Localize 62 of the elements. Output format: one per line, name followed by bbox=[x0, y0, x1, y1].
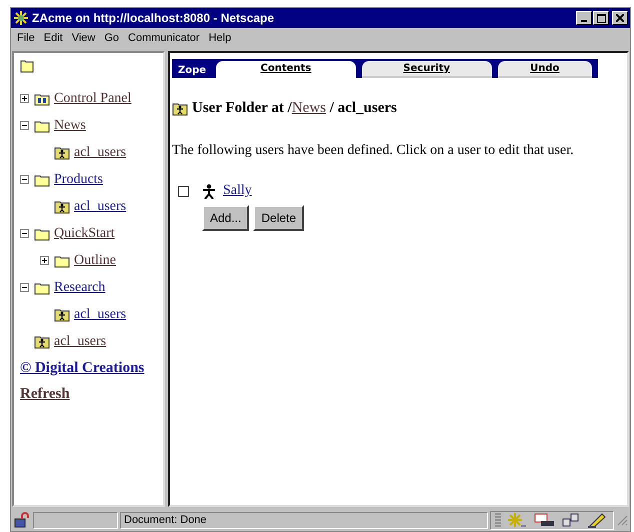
page-heading: User Folder at /News / acl_users bbox=[192, 100, 397, 117]
tree-link[interactable]: Research bbox=[54, 280, 106, 296]
user-link[interactable]: Sally bbox=[223, 183, 252, 199]
mail-icon[interactable] bbox=[533, 512, 555, 528]
user-folder-icon bbox=[54, 308, 70, 322]
collapse-toggle[interactable] bbox=[20, 283, 30, 292]
menu-item[interactable]: Edit bbox=[44, 32, 63, 44]
folder-icon bbox=[54, 254, 70, 268]
window-title: ZAcme on http://localhost:8080 - Netscape bbox=[32, 11, 276, 25]
star-logo-icon bbox=[13, 10, 29, 26]
resize-grip-icon[interactable] bbox=[616, 514, 628, 526]
user-folder-icon bbox=[34, 334, 50, 348]
menu-item[interactable]: Communicator bbox=[128, 32, 200, 44]
menu-item[interactable]: Help bbox=[208, 32, 232, 44]
folder-icon bbox=[34, 226, 50, 240]
discussion-icon[interactable] bbox=[561, 512, 581, 528]
sidebar-link[interactable]: Refresh bbox=[20, 386, 70, 402]
tree-link[interactable]: acl_users bbox=[74, 198, 126, 214]
maximize-button[interactable] bbox=[593, 11, 609, 25]
expand-toggle[interactable] bbox=[40, 256, 50, 265]
close-icon bbox=[616, 14, 624, 22]
tab[interactable]: Undo bbox=[498, 61, 592, 78]
tree-link[interactable]: Control Panel bbox=[54, 90, 132, 106]
collapse-toggle[interactable] bbox=[20, 229, 30, 238]
form-button[interactable]: Add... bbox=[202, 205, 250, 231]
tree-link[interactable]: News bbox=[54, 118, 86, 134]
breadcrumb-link[interactable]: News bbox=[292, 100, 326, 116]
menu-item[interactable]: File bbox=[17, 32, 35, 44]
tree-link[interactable]: QuickStart bbox=[54, 226, 115, 242]
tree-link[interactable]: Products bbox=[54, 172, 103, 188]
security-lock-icon[interactable] bbox=[13, 512, 31, 528]
tab-bar-label: Zope bbox=[177, 65, 208, 78]
control-panel-folder-icon bbox=[34, 92, 50, 106]
user-folder-icon bbox=[172, 102, 188, 116]
folder-icon bbox=[34, 172, 50, 186]
folder-icon bbox=[34, 118, 50, 132]
root-folder-icon bbox=[20, 59, 34, 73]
user-checkbox[interactable] bbox=[178, 186, 189, 196]
collapse-toggle[interactable] bbox=[20, 175, 30, 184]
form-button[interactable]: Delete bbox=[253, 205, 304, 231]
menu-item[interactable]: View bbox=[72, 32, 96, 44]
menu-item[interactable]: Go bbox=[104, 32, 120, 44]
tree-link[interactable]: Outline bbox=[74, 252, 116, 268]
user-folder-icon bbox=[54, 200, 70, 214]
minimize-button[interactable] bbox=[576, 11, 592, 25]
expand-toggle[interactable] bbox=[20, 94, 30, 103]
grip-icon bbox=[495, 512, 501, 528]
user-icon bbox=[203, 184, 215, 198]
composer-pen-icon[interactable] bbox=[587, 512, 607, 528]
tab[interactable]: Contents bbox=[216, 61, 356, 78]
tab[interactable]: Security bbox=[362, 61, 492, 78]
tree-link[interactable]: acl_users bbox=[74, 306, 126, 322]
status-text: Document: Done bbox=[120, 512, 488, 528]
folder-icon bbox=[34, 280, 50, 294]
user-folder-icon bbox=[54, 146, 70, 160]
tree-link[interactable]: acl_users bbox=[74, 144, 126, 160]
description-text: The following users have been defined. Click on a user to edit that user. bbox=[172, 143, 575, 159]
close-button[interactable] bbox=[612, 11, 628, 25]
sidebar-link[interactable]: © Digital Creations bbox=[20, 360, 144, 376]
tree-link[interactable]: acl_users bbox=[54, 334, 106, 350]
collapse-toggle[interactable] bbox=[20, 121, 30, 130]
maximize-icon bbox=[596, 14, 606, 22]
